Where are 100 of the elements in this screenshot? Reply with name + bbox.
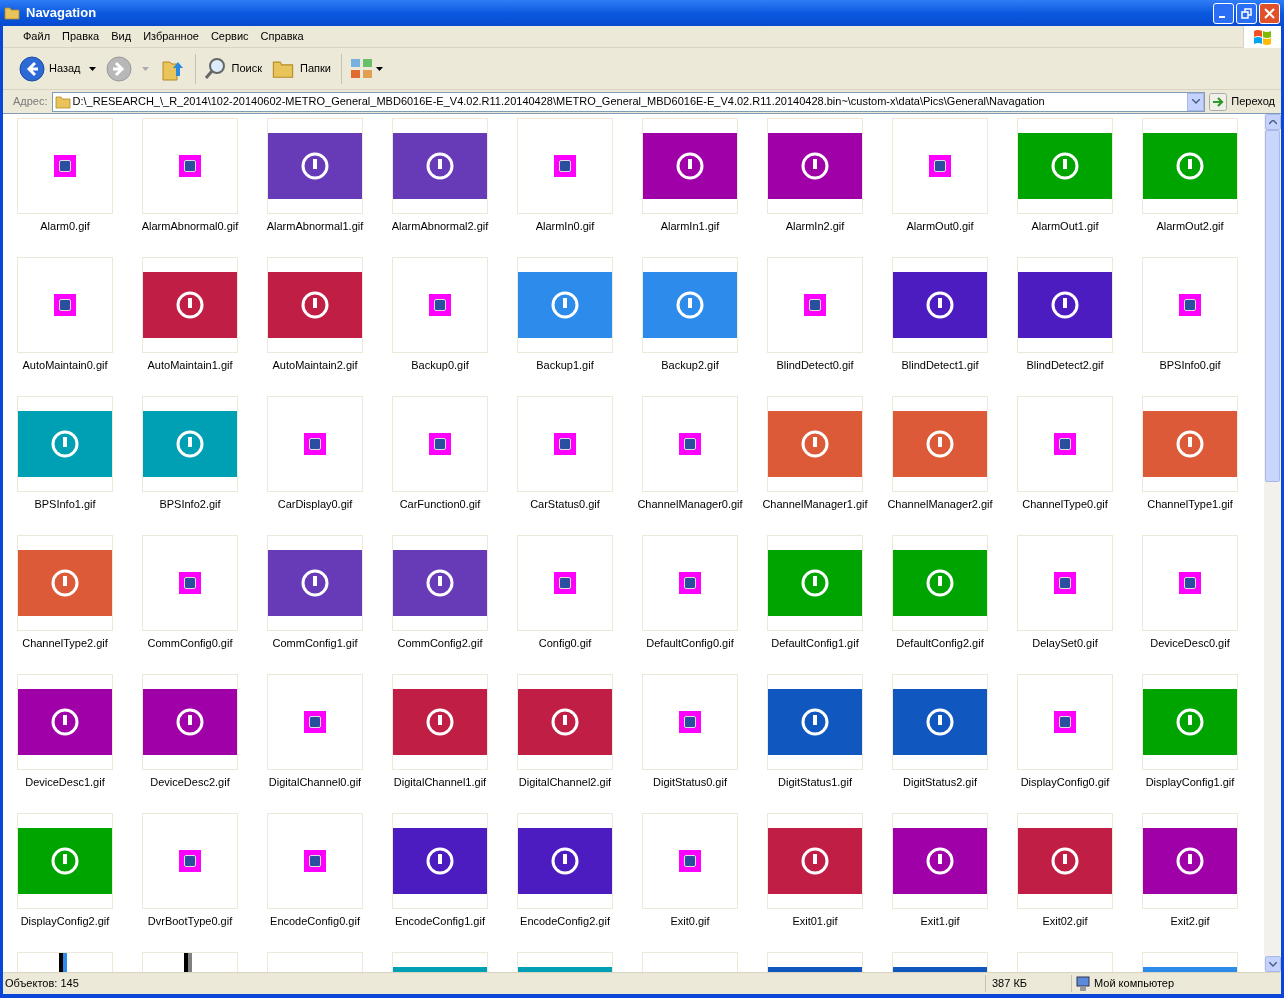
- file-name[interactable]: BlindDetect1.gif: [878, 357, 1002, 374]
- file-name[interactable]: DigitalChannel0.gif: [253, 774, 377, 791]
- file-name[interactable]: BPSInfo0.gif: [1128, 357, 1252, 374]
- thumbnail-frame[interactable]: [392, 257, 488, 353]
- file-name[interactable]: Backup2.gif: [628, 357, 752, 374]
- file-name[interactable]: DeviceDesc1.gif: [3, 774, 127, 791]
- restore-button[interactable]: [1236, 2, 1257, 24]
- thumbnail-frame[interactable]: [767, 535, 863, 631]
- file-name[interactable]: AlarmAbnormal1.gif: [253, 218, 377, 235]
- thumbnail-frame[interactable]: [1142, 257, 1238, 353]
- thumbnail-frame[interactable]: [267, 257, 363, 353]
- close-button[interactable]: [1259, 2, 1280, 24]
- thumbnail-frame[interactable]: [892, 535, 988, 631]
- file-name[interactable]: CarDisplay0.gif: [253, 496, 377, 513]
- file-name[interactable]: Backup0.gif: [378, 357, 502, 374]
- file-name[interactable]: Exit1.gif: [878, 913, 1002, 930]
- file-name[interactable]: Backup1.gif: [503, 357, 627, 374]
- thumbnail-frame[interactable]: [392, 118, 488, 214]
- thumbnail-frame[interactable]: [892, 674, 988, 770]
- menu-item[interactable]: Избранное: [137, 28, 205, 45]
- thumbnail-frame[interactable]: [267, 396, 363, 492]
- thumbnail-frame[interactable]: [1142, 118, 1238, 214]
- thumbnail-frame[interactable]: [142, 674, 238, 770]
- thumbnail-frame[interactable]: [517, 118, 613, 214]
- thumbnail-frame[interactable]: [767, 674, 863, 770]
- file-name[interactable]: AlarmOut1.gif: [1003, 218, 1127, 235]
- thumbnail-frame[interactable]: [892, 396, 988, 492]
- thumbnail-frame[interactable]: [892, 813, 988, 909]
- thumbnail-frame[interactable]: [392, 674, 488, 770]
- file-name[interactable]: ChannelManager1.gif: [753, 496, 877, 513]
- thumbnail-frame[interactable]: [392, 396, 488, 492]
- thumbnail-frame[interactable]: [642, 396, 738, 492]
- thumbnail-frame[interactable]: [767, 257, 863, 353]
- file-name[interactable]: EncodeConfig1.gif: [378, 913, 502, 930]
- thumbnail-frame[interactable]: [517, 257, 613, 353]
- file-name[interactable]: DefaultConfig2.gif: [878, 635, 1002, 652]
- thumbnail-frame[interactable]: [142, 535, 238, 631]
- thumbnail-frame[interactable]: [642, 257, 738, 353]
- file-name[interactable]: EncodeConfig2.gif: [503, 913, 627, 930]
- thumbnail-frame[interactable]: [17, 396, 113, 492]
- thumbnail-frame[interactable]: [517, 674, 613, 770]
- caret-icon[interactable]: [88, 66, 96, 71]
- file-name[interactable]: EncodeConfig0.gif: [253, 913, 377, 930]
- thumbnail-frame[interactable]: [267, 813, 363, 909]
- folders-button[interactable]: Папки: [266, 50, 337, 87]
- file-name[interactable]: Alarm0.gif: [3, 218, 127, 235]
- file-name[interactable]: Exit2.gif: [1128, 913, 1252, 930]
- thumbnail-frame[interactable]: [1017, 396, 1113, 492]
- file-name[interactable]: AlarmOut2.gif: [1128, 218, 1252, 235]
- thumbnail-frame[interactable]: [142, 257, 238, 353]
- dropdown-button[interactable]: [1187, 92, 1205, 111]
- thumbnail-frame[interactable]: [892, 257, 988, 353]
- thumbnail-frame[interactable]: [17, 118, 113, 214]
- file-name[interactable]: DisplayConfig2.gif: [3, 913, 127, 930]
- file-name[interactable]: DeviceDesc0.gif: [1128, 635, 1252, 652]
- file-name[interactable]: DisplayConfig1.gif: [1128, 774, 1252, 791]
- thumbnail-frame[interactable]: [767, 396, 863, 492]
- file-name[interactable]: DigitStatus0.gif: [628, 774, 752, 791]
- file-name[interactable]: DvrBootType0.gif: [128, 913, 252, 930]
- scrollbar[interactable]: [1264, 114, 1281, 972]
- thumbnail-frame[interactable]: [1017, 674, 1113, 770]
- file-name[interactable]: AutoMaintain0.gif: [3, 357, 127, 374]
- file-name[interactable]: CarStatus0.gif: [503, 496, 627, 513]
- thumbnail-frame[interactable]: [392, 535, 488, 631]
- thumbnail-frame[interactable]: [392, 813, 488, 909]
- file-name[interactable]: ChannelType2.gif: [3, 635, 127, 652]
- file-name[interactable]: BlindDetect0.gif: [753, 357, 877, 374]
- thumbnail-frame[interactable]: [142, 118, 238, 214]
- thumbnail-frame[interactable]: [517, 396, 613, 492]
- file-name[interactable]: AutoMaintain1.gif: [128, 357, 252, 374]
- file-name[interactable]: ChannelType1.gif: [1128, 496, 1252, 513]
- file-name[interactable]: ChannelType0.gif: [1003, 496, 1127, 513]
- file-name[interactable]: ChannelManager0.gif: [628, 496, 752, 513]
- file-name[interactable]: DigitStatus2.gif: [878, 774, 1002, 791]
- file-name[interactable]: DeviceDesc2.gif: [128, 774, 252, 791]
- thumbnail-frame[interactable]: [1142, 396, 1238, 492]
- file-name[interactable]: BPSInfo2.gif: [128, 496, 252, 513]
- menu-item[interactable]: Файл: [17, 28, 57, 45]
- file-name[interactable]: Exit01.gif: [753, 913, 877, 930]
- thumbnail-frame[interactable]: [767, 118, 863, 214]
- file-name[interactable]: BlindDetect2.gif: [1003, 357, 1127, 374]
- thumbnail-frame[interactable]: [17, 535, 113, 631]
- thumbnail-frame[interactable]: [17, 257, 113, 353]
- thumbnail-frame[interactable]: [1017, 257, 1113, 353]
- file-name[interactable]: ChannelManager2.gif: [878, 496, 1002, 513]
- thumbnail-frame[interactable]: [1142, 535, 1238, 631]
- address-field[interactable]: D:\_RESEARCH_\_R_2014\102-20140602-METRO_General_MBD6016E-E_V4.02.R11.20140428\METRO_General_MBD6016E-E_V4.02.R11.20140428.bin~\custom-x\data\Pics\General\Navagation: [51, 91, 1206, 112]
- file-name[interactable]: BPSInfo1.gif: [3, 496, 127, 513]
- thumbnail-frame[interactable]: [17, 813, 113, 909]
- thumbnail-frame[interactable]: [642, 535, 738, 631]
- thumbnail-frame[interactable]: [267, 535, 363, 631]
- thumbnail-frame[interactable]: [517, 813, 613, 909]
- thumbnail-frame[interactable]: [1142, 813, 1238, 909]
- file-name[interactable]: AlarmOut0.gif: [878, 218, 1002, 235]
- file-name[interactable]: CarFunction0.gif: [378, 496, 502, 513]
- file-name[interactable]: DigitStatus1.gif: [753, 774, 877, 791]
- back-button[interactable]: Назад: [17, 50, 83, 87]
- file-name[interactable]: CommConfig1.gif: [253, 635, 377, 652]
- file-name[interactable]: DelaySet0.gif: [1003, 635, 1127, 652]
- thumbnail-frame[interactable]: [1142, 674, 1238, 770]
